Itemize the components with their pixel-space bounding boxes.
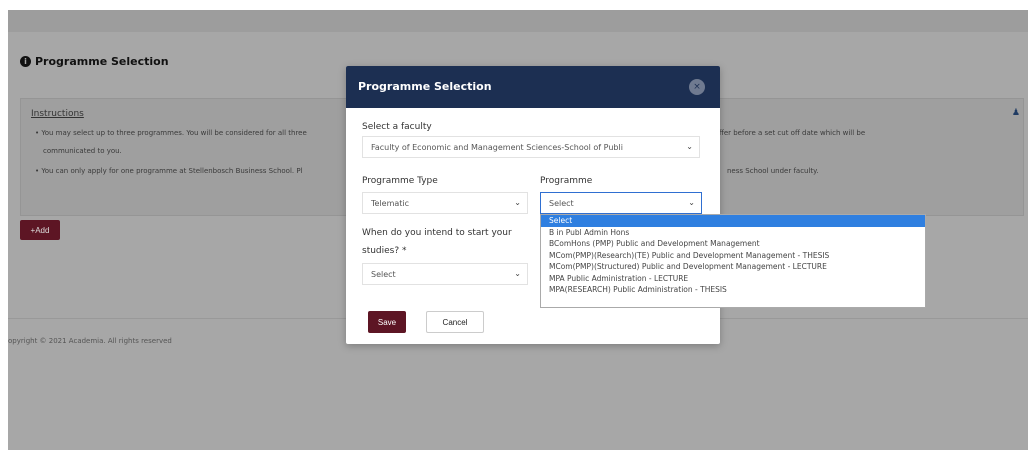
start-date-label-continued: studies? * bbox=[362, 246, 407, 256]
section-title-text: Programme Selection bbox=[35, 55, 169, 68]
instruction-item: • You can only apply for one programme a… bbox=[35, 167, 303, 175]
start-date-value: Select bbox=[371, 269, 396, 279]
chevron-down-icon: ⌄ bbox=[688, 198, 695, 207]
modal-header: Programme Selection × bbox=[346, 66, 720, 108]
top-bar bbox=[8, 10, 1028, 32]
dropdown-option[interactable]: MPA Public Administration - LECTURE bbox=[541, 273, 925, 285]
instruction-item-fragment: ffer before a set cut off date which wil… bbox=[719, 129, 866, 137]
user-icon[interactable]: ♟ bbox=[1012, 108, 1020, 118]
instruction-item-continued: communicated to you. bbox=[43, 147, 122, 155]
faculty-label: Select a faculty bbox=[362, 122, 432, 132]
section-title: i Programme Selection bbox=[20, 55, 169, 68]
programme-type-label: Programme Type bbox=[362, 176, 438, 186]
chevron-down-icon: ⌄ bbox=[514, 269, 521, 278]
programme-select[interactable]: Select ⌄ bbox=[540, 192, 702, 214]
dropdown-option[interactable]: MCom(PMP)(Structured) Public and Develop… bbox=[541, 261, 925, 273]
close-icon[interactable]: × bbox=[689, 79, 705, 95]
instructions-label[interactable]: Instructions bbox=[31, 109, 84, 119]
faculty-select[interactable]: Faculty of Economic and Management Scien… bbox=[362, 136, 700, 158]
modal-title: Programme Selection bbox=[358, 80, 492, 93]
start-date-select[interactable]: Select ⌄ bbox=[362, 263, 528, 285]
faculty-select-value: Faculty of Economic and Management Scien… bbox=[371, 142, 623, 152]
dropdown-option[interactable]: B in Publ Admin Hons bbox=[541, 227, 925, 239]
programme-label: Programme bbox=[540, 176, 593, 186]
save-button[interactable]: Save bbox=[368, 311, 406, 333]
dropdown-option[interactable]: MPA(RESEARCH) Public Administration - TH… bbox=[541, 284, 925, 296]
dropdown-option[interactable]: BComHons (PMP) Public and Development Ma… bbox=[541, 238, 925, 250]
info-icon: i bbox=[20, 56, 31, 67]
cancel-button[interactable]: Cancel bbox=[426, 311, 484, 333]
programme-type-value: Telematic bbox=[371, 198, 410, 208]
programme-dropdown-list[interactable]: Select B in Publ Admin Hons BComHons (PM… bbox=[540, 214, 926, 308]
copyright-text: opyright © 2021 Academia. All rights res… bbox=[8, 337, 172, 345]
start-date-label: When do you intend to start your bbox=[362, 228, 512, 238]
chevron-down-icon: ⌄ bbox=[514, 198, 521, 207]
viewport: i Programme Selection Instructions • You… bbox=[0, 0, 1028, 450]
instruction-item-fragment: ness School under faculty. bbox=[727, 167, 819, 175]
dropdown-option[interactable]: MCom(PMP)(Research)(TE) Public and Devel… bbox=[541, 250, 925, 262]
instruction-item: • You may select up to three programmes.… bbox=[35, 129, 307, 137]
add-button[interactable]: +Add bbox=[20, 220, 60, 240]
programme-type-select[interactable]: Telematic ⌄ bbox=[362, 192, 528, 214]
chevron-down-icon: ⌄ bbox=[686, 142, 693, 151]
programme-select-value: Select bbox=[549, 198, 574, 208]
dropdown-option[interactable]: Select bbox=[541, 215, 925, 227]
